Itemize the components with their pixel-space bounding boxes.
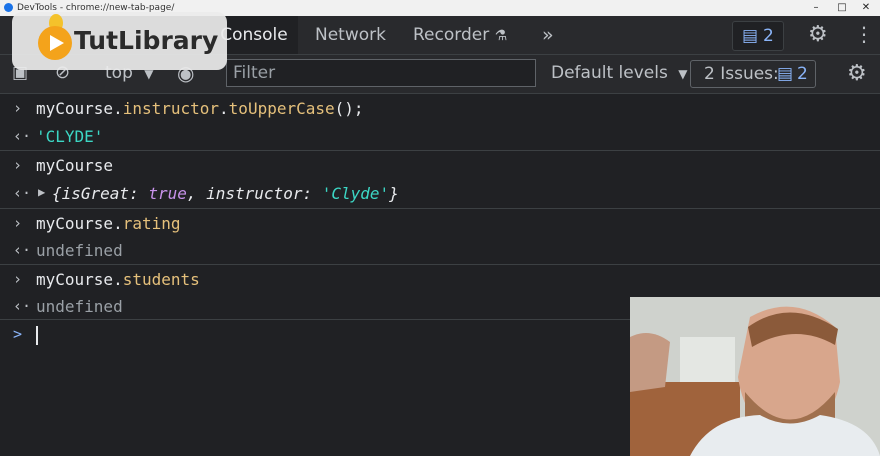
message-icon: ▤: [777, 64, 794, 84]
play-icon: [38, 26, 72, 60]
console-settings-icon[interactable]: ⚙: [847, 61, 867, 86]
brand-logo: TutLibrary: [12, 12, 227, 70]
more-options-icon[interactable]: ⋮: [854, 22, 874, 46]
more-tabs-icon: »: [542, 24, 554, 46]
chrome-icon: [4, 3, 13, 12]
console-input-row: › myCourse: [0, 151, 880, 179]
issues-label: 2 Issues:: [704, 64, 779, 84]
output-arrow-icon: ‹·: [13, 297, 32, 315]
console-input: myCourse.students: [36, 270, 200, 289]
tab-recorder[interactable]: Recorder ⚗: [413, 16, 507, 54]
console-output: undefined: [36, 241, 123, 260]
console-output-row: ‹· ▶ {isGreat: true, instructor: 'Clyde'…: [0, 179, 880, 207]
console-input: myCourse.rating: [36, 214, 181, 233]
console-input-row: › myCourse.rating: [0, 209, 880, 237]
console-input: myCourse.instructor.toUpperCase();: [36, 99, 364, 118]
webcam-video: [630, 297, 880, 456]
message-icon: ▤: [742, 26, 759, 46]
close-window-button[interactable]: ✕: [856, 0, 876, 16]
output-arrow-icon: ‹·: [13, 184, 32, 202]
log-levels-label: Default levels: [551, 63, 668, 83]
input-chevron-icon: ›: [13, 270, 23, 288]
console-output: undefined: [36, 297, 123, 316]
console-output-row: ‹· undefined: [0, 236, 880, 264]
console-input: myCourse: [36, 156, 114, 175]
text-cursor[interactable]: [36, 326, 38, 345]
console-input-row: › myCourse.students: [0, 265, 880, 293]
tab-network[interactable]: Network: [315, 16, 386, 54]
input-chevron-icon: ›: [13, 99, 23, 117]
output-arrow-icon: ‹·: [13, 241, 32, 259]
minimize-button[interactable]: –: [806, 0, 826, 16]
prompt-chevron-icon: >: [13, 325, 23, 343]
log-levels-dropdown[interactable]: Default levels ▼: [551, 63, 687, 83]
settings-gear-icon[interactable]: ⚙: [808, 22, 828, 47]
console-output: 'CLYDE': [36, 127, 104, 146]
tab-network-label: Network: [315, 25, 386, 45]
tab-recorder-label: Recorder: [413, 25, 490, 45]
more-tabs-button[interactable]: »: [542, 16, 554, 54]
chevron-down-icon: ▼: [678, 67, 688, 81]
tab-console-label: Console: [220, 25, 288, 45]
input-chevron-icon: ›: [13, 214, 23, 232]
console-output-row: ‹· 'CLYDE': [0, 122, 880, 150]
presenter-image: [630, 297, 880, 456]
output-arrow-icon: ‹·: [13, 127, 32, 145]
flask-icon: ⚗: [494, 28, 508, 44]
object-preview[interactable]: {isGreat: true, instructor: 'Clyde'}: [52, 184, 399, 203]
messages-button[interactable]: ▤ 2: [732, 21, 784, 51]
messages-count: 2: [763, 26, 774, 46]
brand-name: TutLibrary: [74, 26, 219, 55]
console-input-row: › myCourse.instructor.toUpperCase();: [0, 94, 880, 122]
input-chevron-icon: ›: [13, 156, 23, 174]
expand-triangle-icon[interactable]: ▶: [38, 185, 45, 199]
filter-input[interactable]: Filter: [226, 59, 536, 87]
issues-count: 2: [797, 64, 808, 84]
maximize-button[interactable]: □: [832, 0, 852, 16]
issues-button[interactable]: 2 Issues: ▤ 2: [690, 60, 816, 88]
filter-placeholder: Filter: [233, 63, 276, 83]
